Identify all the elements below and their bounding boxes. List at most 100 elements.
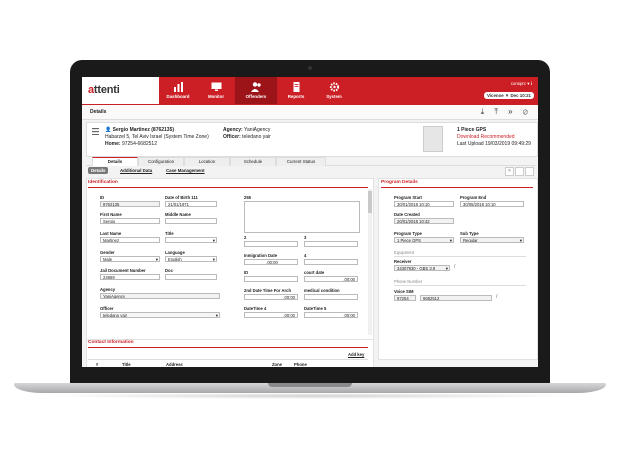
field-255-textarea[interactable]	[244, 201, 360, 233]
title-underline	[381, 187, 533, 188]
title-label: Title	[165, 231, 174, 236]
tab-location[interactable]: Location	[184, 157, 230, 166]
sub-type-select[interactable]: Regular	[460, 237, 524, 243]
column-header: Phone	[294, 362, 307, 367]
title-underline	[88, 347, 368, 348]
receiver-select[interactable]: 34307930 - GBS 3.9	[394, 265, 450, 271]
arch-date-field[interactable]: ,00:00	[244, 294, 298, 300]
divider	[394, 285, 526, 286]
doc-label: Doc	[165, 268, 173, 273]
nav-monitor[interactable]: Monitor	[197, 77, 235, 104]
court-date-label: court date	[304, 270, 325, 275]
last-name-field[interactable]: Martinez	[100, 237, 160, 243]
court-date-field[interactable]: ,00:00	[304, 276, 358, 282]
nav-offenders[interactable]: Offenders	[235, 77, 277, 104]
tab-current-status[interactable]: Current Status	[276, 157, 326, 166]
officer-select[interactable]: teledano yair	[100, 312, 220, 318]
field-4-input[interactable]	[304, 259, 358, 265]
sim-prefix-field[interactable]: 97254	[394, 295, 416, 301]
phone-section: Phone Number	[394, 279, 423, 284]
grid-icon[interactable]	[515, 167, 524, 176]
program-start-label: Program Start	[394, 195, 422, 200]
sub-type-label: Sub Type	[460, 231, 479, 236]
program-end-label: Program End	[460, 195, 487, 200]
nav-dashboard[interactable]: Dashboard	[159, 77, 197, 104]
id2-label: ID	[244, 270, 249, 275]
tab-details[interactable]: Details	[92, 157, 138, 166]
medical-condition-field[interactable]	[304, 294, 358, 300]
date-created-field: 20/01/2018 10:42	[394, 218, 454, 224]
column-header: Address	[166, 362, 183, 367]
user-menu[interactable]: consprc ▾ i	[511, 81, 532, 87]
add-key-link[interactable]: Add key	[348, 352, 364, 357]
unlink-icon[interactable]: /	[496, 294, 497, 300]
app-screen: attenti Dashboard Monitor Offenders Repo…	[82, 77, 538, 367]
offender-info: 👤 Sergio Martinez (8762135) Habarzel 5, …	[105, 127, 209, 147]
doc-field[interactable]	[165, 274, 217, 280]
dob-field[interactable]: 21/01/1971	[165, 201, 217, 207]
page-toolbar: Details ⤓ ⤒ » ⊘	[82, 105, 538, 120]
immigration-date-field[interactable]: ,00:00	[244, 259, 298, 265]
dob-label: Date of Birth 111	[165, 195, 198, 200]
middle-name-field[interactable]	[165, 218, 217, 224]
voice-sim-label: Voice SIM	[394, 289, 414, 294]
field-2-label: 2	[244, 235, 247, 240]
close-icon[interactable]: ✕	[505, 167, 514, 176]
people-icon	[250, 82, 261, 92]
nav-system[interactable]: System	[315, 77, 353, 104]
toolbar-actions[interactable]: ⤓ ⤒ » ⊘	[481, 107, 532, 117]
gender-select[interactable]: Male	[100, 256, 160, 262]
medical-condition-label: medical condition	[304, 288, 340, 293]
sim-number-field[interactable]: 6682512	[420, 295, 492, 301]
program-start-field[interactable]: 30/01/2018 10:10	[394, 201, 454, 207]
column-header: #	[96, 362, 99, 367]
subtab-additional-data[interactable]: Additional Data	[120, 168, 152, 173]
id2-input[interactable]	[244, 276, 298, 282]
nav-reports[interactable]: Reports	[277, 77, 315, 104]
first-name-label: First Name	[100, 212, 122, 217]
column-header: Title	[122, 362, 131, 367]
jail-doc-label: Jail Document Number	[100, 268, 146, 273]
language-select[interactable]: English	[165, 256, 217, 262]
list-icon[interactable]	[92, 128, 99, 135]
title-select[interactable]	[165, 237, 217, 243]
column-header: Zone	[272, 362, 283, 367]
program-type-select[interactable]: 1 Piece GPS	[394, 237, 454, 243]
id-field[interactable]: 8762135	[100, 201, 160, 207]
bar-chart-icon	[173, 82, 183, 92]
field-3-label: 3	[304, 235, 307, 240]
identification-scrollbar[interactable]	[368, 189, 372, 335]
unlink-icon[interactable]: /	[454, 264, 455, 270]
offender-photo[interactable]	[423, 126, 443, 152]
datetime5-field[interactable]: ,00:00	[304, 312, 358, 318]
program-end-field[interactable]: 30/05/2018 10:10	[460, 201, 524, 207]
subtab-details[interactable]: Details	[88, 167, 109, 174]
offender-header: 👤 Sergio Martinez (8762135) Habarzel 5, …	[86, 122, 538, 157]
receiver-label: Receiver	[394, 259, 412, 264]
divider	[394, 256, 526, 257]
datetime5-label: DateTime 5	[304, 306, 327, 311]
tab-schedule[interactable]: Schedule	[230, 157, 276, 166]
user-area: consprc ▾ i Vicenoe ▼ Dec 10:21	[459, 77, 538, 104]
datetime4-label: DateTime 4	[244, 306, 267, 311]
copy-icon[interactable]	[525, 167, 534, 176]
field-2-input[interactable]	[244, 241, 298, 247]
monitor-icon	[211, 82, 221, 91]
agency-field[interactable]: YaniAgency	[100, 293, 220, 299]
language-label: Language	[165, 250, 185, 255]
officer-label: Officer	[100, 306, 114, 311]
program-title: Program Details	[381, 180, 418, 185]
datetime4-field[interactable]: ,00:00	[244, 312, 298, 318]
program-type-label: Program Type	[394, 231, 422, 236]
info-icon[interactable]: i	[531, 81, 532, 86]
tab-configuration[interactable]: Configuration	[138, 157, 184, 166]
main-tabs: Details Configuration Location Schedule …	[86, 156, 536, 166]
subtab-case-management[interactable]: Case Management	[166, 168, 205, 173]
jail-doc-field[interactable]: 24969	[100, 274, 160, 280]
field-3-input[interactable]	[304, 241, 358, 247]
immigration-date-label: Inmigration Date	[244, 253, 278, 258]
first-name-field[interactable]: Sergio	[100, 218, 160, 224]
attenti-logo[interactable]: attenti	[88, 84, 120, 96]
arch-date-label: 2nd Date Time For Arch	[244, 288, 292, 293]
scroll-thumb[interactable]	[368, 191, 372, 213]
